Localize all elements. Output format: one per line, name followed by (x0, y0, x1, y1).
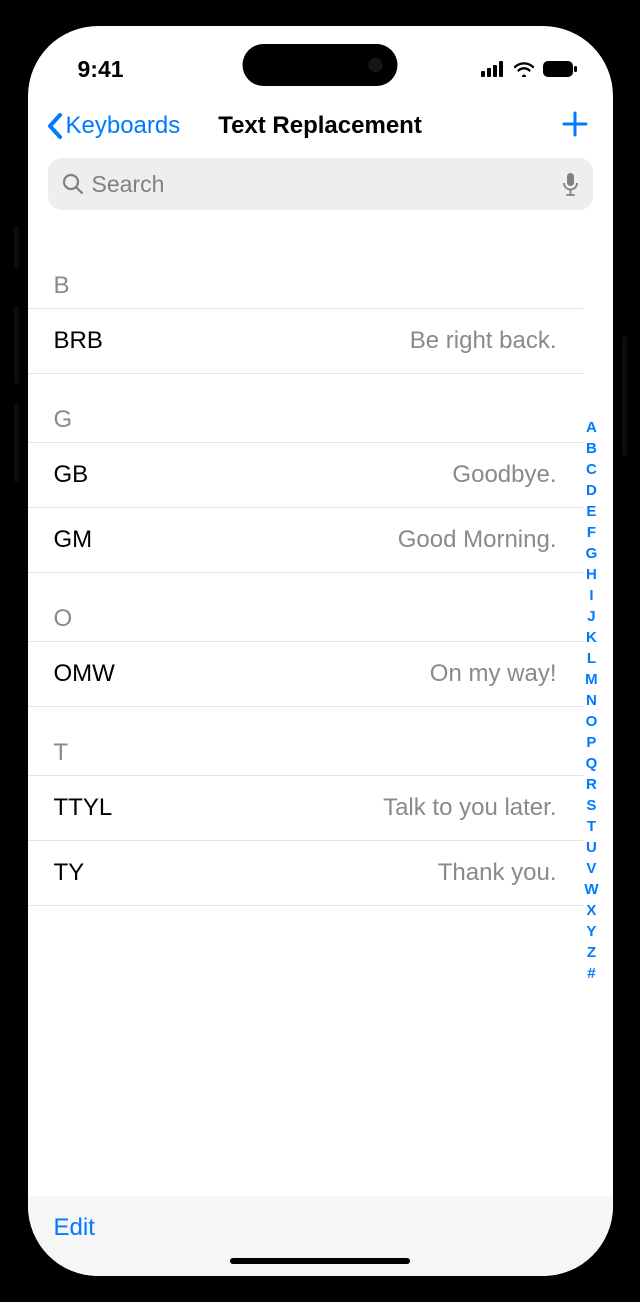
index-letter[interactable]: D (586, 481, 597, 501)
section-header: O (28, 573, 583, 642)
list-item[interactable]: GM Good Morning. (28, 508, 583, 573)
index-letter[interactable]: W (584, 880, 598, 900)
edit-button[interactable]: Edit (54, 1214, 95, 1241)
silence-switch (14, 226, 19, 268)
phrase-text: Good Morning. (398, 526, 557, 554)
dynamic-island (243, 44, 398, 86)
index-letter[interactable]: F (587, 523, 596, 543)
index-letter[interactable]: H (586, 565, 597, 585)
index-letter[interactable]: V (586, 859, 596, 879)
index-letter[interactable]: N (586, 691, 597, 711)
index-letter[interactable]: R (586, 775, 597, 795)
phrase-text: Talk to you later. (383, 794, 556, 822)
index-letter[interactable]: X (586, 901, 596, 921)
volume-up-button (14, 306, 19, 384)
shortcut-text: TY (54, 859, 85, 887)
shortcut-text: GM (54, 526, 93, 554)
power-button (622, 336, 627, 456)
wifi-icon (513, 61, 535, 77)
index-letter[interactable]: Z (587, 943, 596, 963)
index-letter[interactable]: # (587, 964, 595, 984)
index-letter[interactable]: G (586, 544, 598, 564)
index-letter[interactable]: Y (586, 922, 596, 942)
status-time: 9:41 (78, 56, 124, 83)
battery-icon (543, 61, 577, 77)
volume-down-button (14, 404, 19, 482)
page-title: Text Replacement (218, 112, 422, 140)
front-camera (369, 58, 383, 72)
index-letter[interactable]: L (587, 649, 596, 669)
list-item[interactable]: OMW On my way! (28, 642, 583, 707)
index-letter[interactable]: P (586, 733, 596, 753)
back-button[interactable]: Keyboards (46, 112, 181, 140)
navigation-bar: Keyboards Text Replacement (28, 98, 613, 154)
shortcut-text: OMW (54, 660, 115, 688)
index-letter[interactable]: U (586, 838, 597, 858)
status-icons (481, 61, 577, 77)
content-area: BBRBBe right back.GGBGoodbye.GMGood Morn… (28, 218, 613, 1196)
index-letter[interactable]: M (585, 670, 598, 690)
search-input[interactable] (92, 171, 554, 198)
search-icon (62, 173, 84, 195)
index-letter[interactable]: K (586, 628, 597, 648)
section-header: T (28, 707, 583, 776)
index-letter[interactable]: S (586, 796, 596, 816)
phone-screen: 9:41 (28, 26, 613, 1276)
plus-icon (561, 110, 589, 138)
phone-frame: 9:41 (18, 16, 623, 1286)
shortcut-text: TTYL (54, 794, 113, 822)
back-label: Keyboards (66, 112, 181, 140)
phrase-text: Thank you. (438, 859, 557, 887)
index-letter[interactable]: B (586, 439, 597, 459)
shortcut-text: BRB (54, 327, 103, 355)
phrase-text: On my way! (430, 660, 557, 688)
microphone-icon[interactable] (562, 172, 579, 197)
bottom-toolbar: Edit (28, 1196, 613, 1276)
section-header: G (28, 374, 583, 443)
home-indicator[interactable] (230, 1258, 410, 1264)
add-button[interactable] (561, 110, 589, 143)
shortcut-text: GB (54, 461, 89, 489)
list-item[interactable]: TTYL Talk to you later. (28, 776, 583, 841)
cellular-signal-icon (481, 61, 505, 77)
index-letter[interactable]: I (589, 586, 593, 606)
index-letter[interactable]: C (586, 460, 597, 480)
list-item[interactable]: BRB Be right back. (28, 309, 583, 374)
section-index-bar[interactable]: ABCDEFGHIJKLMNOPQRSTUVWXYZ# (584, 418, 598, 984)
chevron-left-icon (46, 112, 64, 140)
phrase-text: Goodbye. (452, 461, 556, 489)
phrase-text: Be right back. (410, 327, 557, 355)
index-letter[interactable]: O (586, 712, 598, 732)
replacement-list[interactable]: BBRBBe right back.GGBGoodbye.GMGood Morn… (28, 218, 613, 906)
index-letter[interactable]: E (586, 502, 596, 522)
list-item[interactable]: TY Thank you. (28, 841, 583, 906)
index-letter[interactable]: J (587, 607, 595, 627)
index-letter[interactable]: Q (586, 754, 598, 774)
list-item[interactable]: GB Goodbye. (28, 443, 583, 508)
search-bar[interactable] (48, 158, 593, 210)
index-letter[interactable]: T (587, 817, 596, 837)
section-header: B (28, 218, 583, 309)
index-letter[interactable]: A (586, 418, 597, 438)
search-container (48, 158, 593, 210)
